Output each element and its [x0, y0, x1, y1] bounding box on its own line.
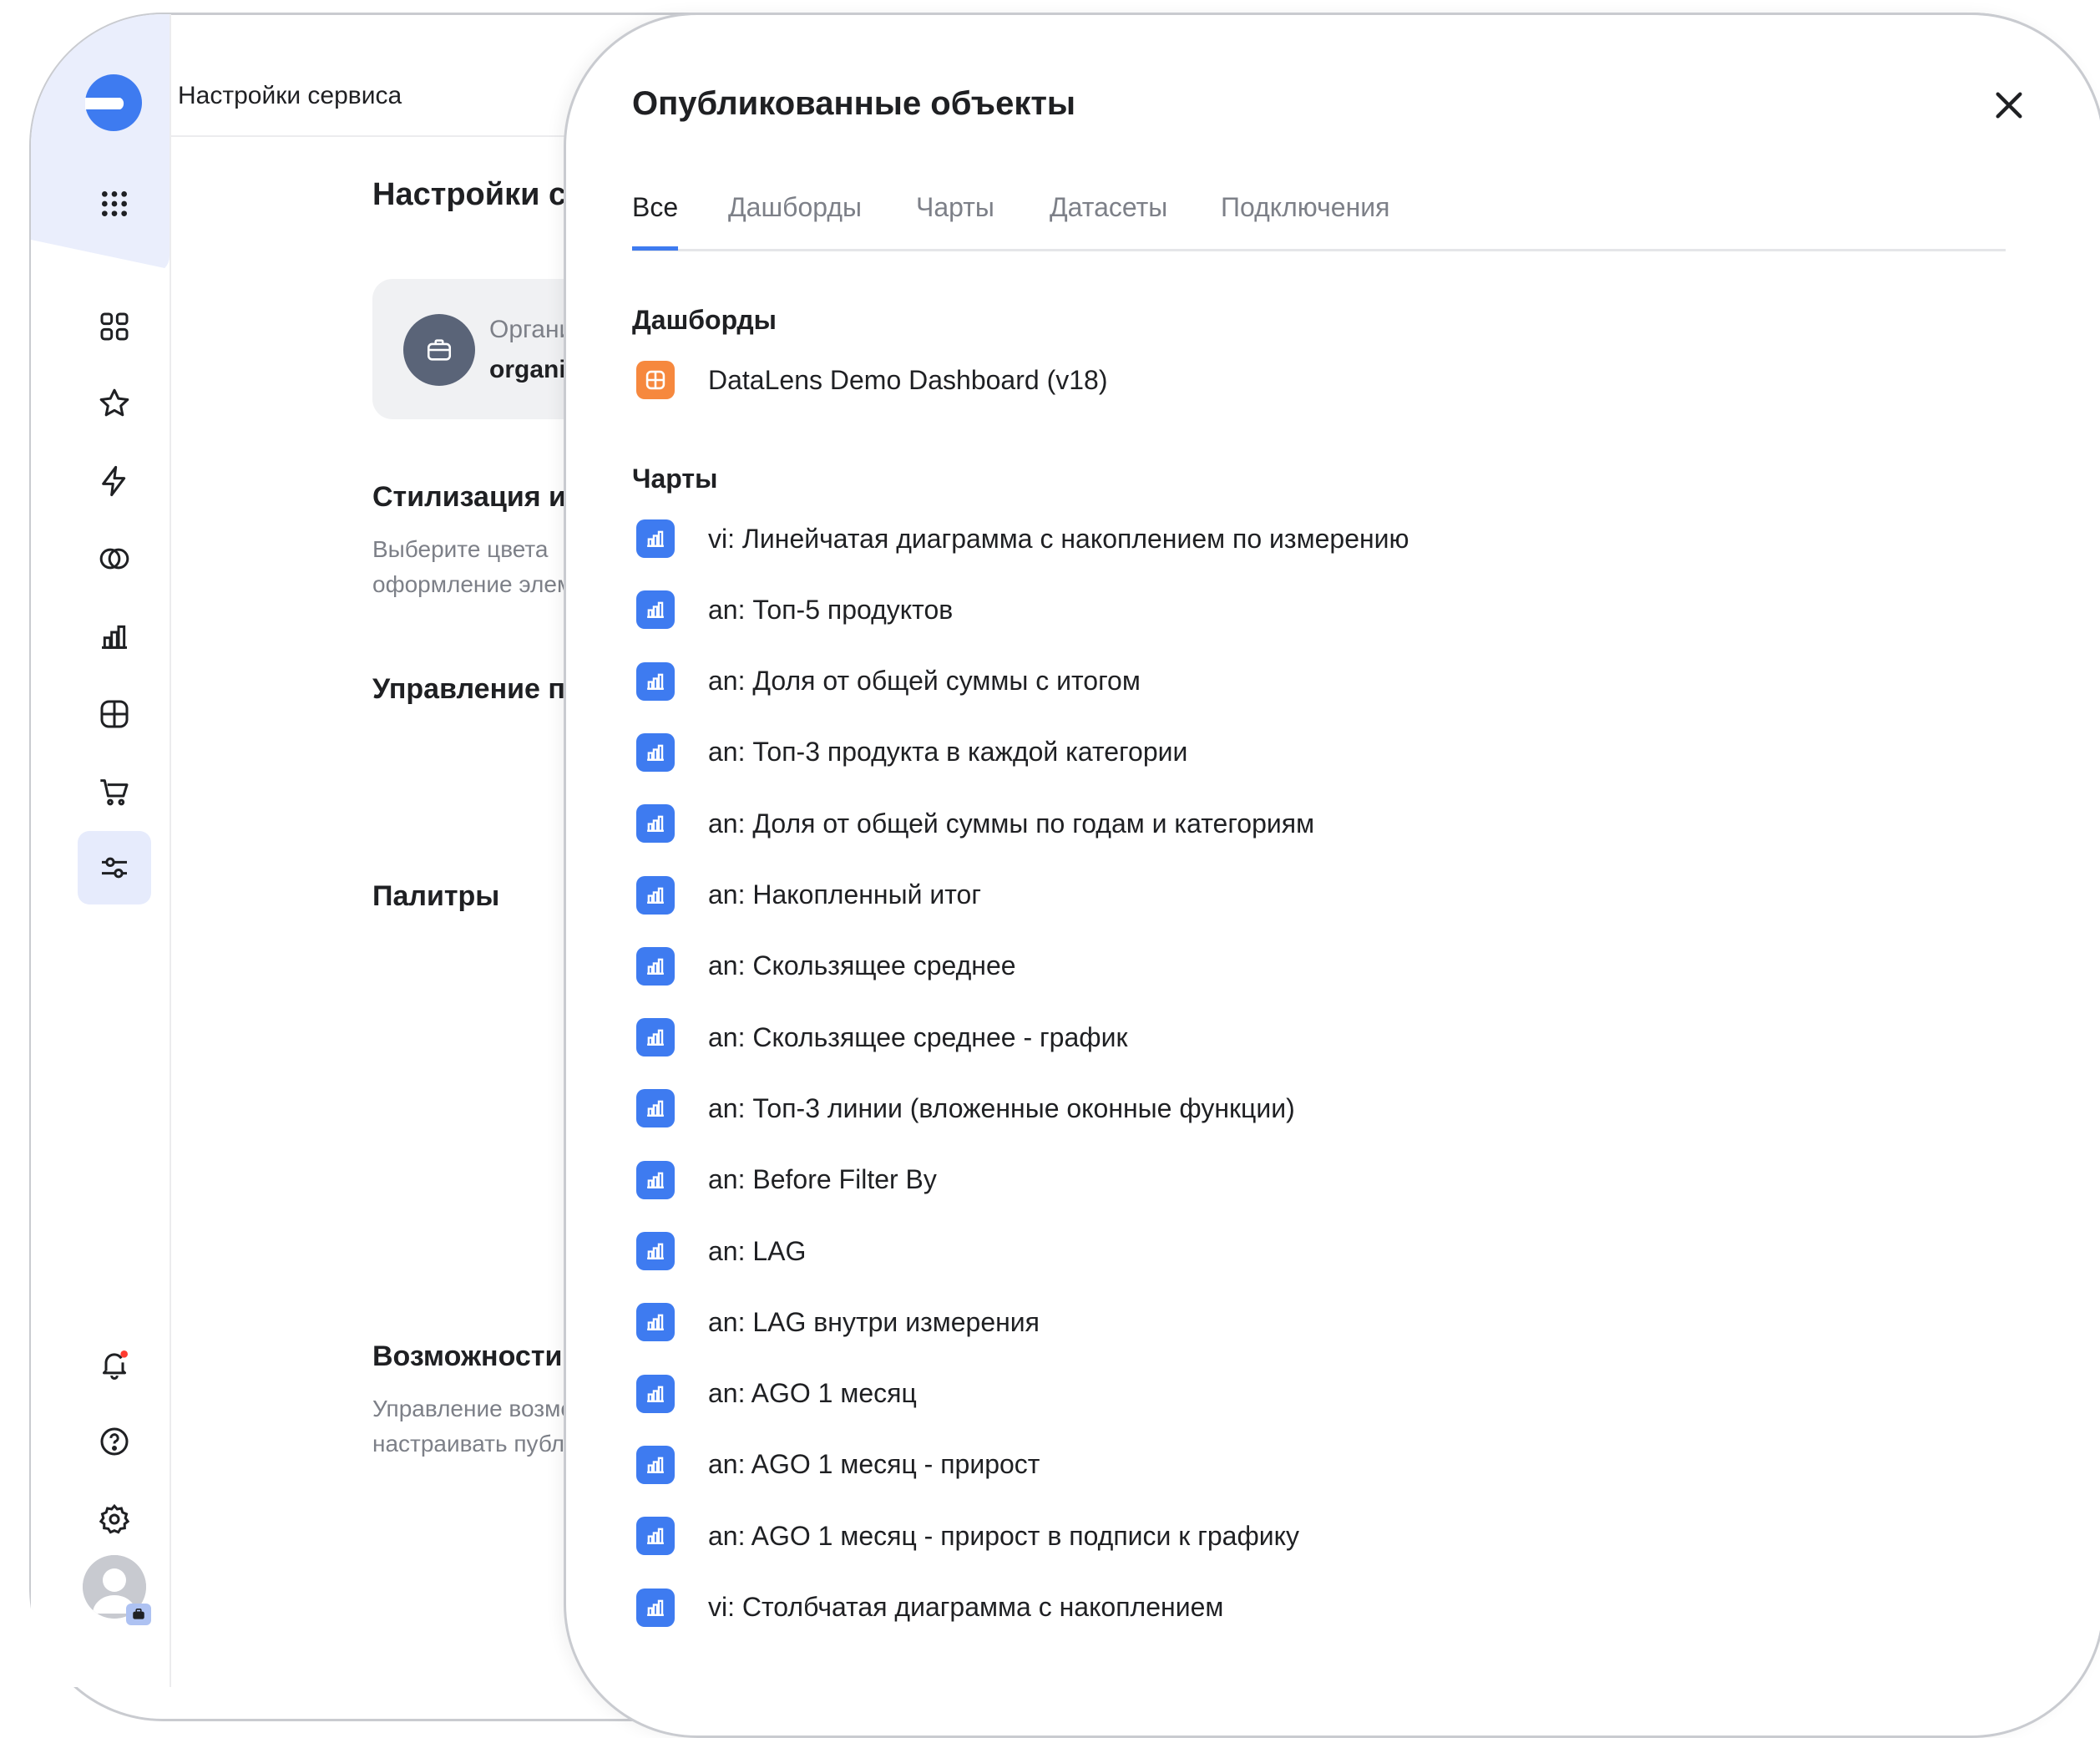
chart-icon — [636, 875, 675, 915]
chart-item[interactable]: an: LAG — [636, 1230, 806, 1272]
chart-item-label: an: Скользящее среднее — [708, 950, 1016, 981]
chart-item[interactable]: an: Топ-3 линии (вложенные оконные функц… — [636, 1087, 1295, 1129]
tab-charts[interactable]: Чарты — [916, 192, 994, 246]
chart-item-label: an: AGO 1 месяц - прирост в подписи к гр… — [708, 1520, 1300, 1551]
chart-item[interactable]: vi: Линейчатая диаграмма с накоплением п… — [636, 518, 1409, 560]
dashboard-item[interactable]: DataLens Demo Dashboard (v18) — [636, 359, 1107, 401]
chart-icon — [636, 804, 675, 844]
chart-item[interactable]: an: Скользящее среднее - график — [636, 1016, 1127, 1058]
tab-datasets[interactable]: Датасеты — [1050, 192, 1167, 246]
connections-lightning-icon[interactable] — [78, 444, 151, 518]
chart-item-label: an: Доля от общей суммы по годам и катег… — [708, 808, 1315, 839]
chart-icon — [636, 1089, 675, 1128]
chart-item[interactable]: an: AGO 1 месяц - прирост в подписи к гр… — [636, 1515, 1299, 1557]
section-title-palettes: Палитры — [372, 880, 500, 912]
favorites-star-icon[interactable] — [78, 367, 151, 440]
chart-icon — [636, 1160, 675, 1199]
section-title-features: Возможности — [372, 1340, 563, 1372]
collections-icon[interactable] — [78, 290, 151, 363]
help-icon[interactable] — [78, 1405, 151, 1478]
charts-icon[interactable] — [78, 600, 151, 673]
chart-item[interactable]: an: Топ-5 продуктов — [636, 589, 953, 631]
tabs-bar: Все Дашборды Чарты Датасеты Подключения — [632, 192, 2006, 251]
drawer-title: Опубликованные объекты — [632, 85, 1076, 122]
chart-item[interactable]: vi: Столбчатая диаграмма с накоплением — [636, 1587, 1223, 1629]
settings-sliders-icon[interactable] — [78, 831, 151, 904]
chart-item[interactable]: an: LAG внутри измерения — [636, 1301, 1040, 1343]
chart-item-label: vi: Столбчатая диаграмма с накоплением — [708, 1592, 1224, 1622]
chart-item[interactable]: an: Накопленный итог — [636, 874, 981, 916]
marketplace-cart-icon[interactable] — [78, 755, 151, 828]
chart-item-label: an: Топ-5 продуктов — [708, 594, 954, 625]
organization-avatar — [403, 314, 475, 386]
chart-item-label: an: Топ-3 продукта в каждой категории — [708, 737, 1188, 768]
dashboards-section-label: Дашборды — [632, 305, 777, 335]
dashboard-item-label: DataLens Demo Dashboard (v18) — [708, 364, 1108, 395]
apps-grid-icon[interactable] — [78, 167, 151, 241]
tab-dashboards[interactable]: Дашборды — [728, 192, 862, 246]
chart-icon — [636, 519, 675, 558]
chart-item[interactable]: an: AGO 1 месяц - прирост — [636, 1444, 1040, 1486]
charts-section-label: Чарты — [632, 464, 718, 494]
chart-icon — [636, 1588, 675, 1627]
chart-item[interactable]: an: Доля от общей суммы по годам и катег… — [636, 803, 1314, 844]
chart-icon — [636, 1303, 675, 1342]
logo-icon[interactable] — [83, 73, 144, 133]
chart-item-label: an: Before Filter By — [708, 1164, 937, 1195]
chart-icon — [636, 732, 675, 772]
chart-item-label: an: LAG — [708, 1235, 807, 1266]
chart-item-label: vi: Линейчатая диаграмма с накоплением п… — [708, 523, 1409, 554]
chart-icon — [636, 946, 675, 986]
close-button[interactable] — [1987, 84, 2031, 127]
chart-icon — [636, 1374, 675, 1413]
chart-item-label: an: AGO 1 месяц — [708, 1378, 917, 1409]
chart-icon — [636, 1232, 675, 1270]
chart-item-label: an: Скользящее среднее - график — [708, 1021, 1128, 1052]
chart-icon — [636, 1445, 675, 1484]
left-nav — [31, 14, 171, 1687]
chart-icon — [636, 590, 675, 630]
chart-icon — [636, 661, 675, 701]
header-title: Настройки сервиса — [178, 82, 402, 109]
chart-item-label: an: Накопленный итог — [708, 879, 981, 910]
dashboards-icon[interactable] — [78, 677, 151, 751]
chart-item[interactable]: an: Скользящее среднее — [636, 945, 1016, 987]
datasets-rings-icon[interactable] — [78, 522, 151, 595]
tab-connections[interactable]: Подключения — [1221, 192, 1389, 246]
chart-item-label: an: Топ-3 линии (вложенные оконные функц… — [708, 1092, 1295, 1123]
gear-icon[interactable] — [78, 1482, 151, 1556]
chart-item[interactable]: an: Доля от общей суммы с итогом — [636, 661, 1141, 702]
chart-item[interactable]: an: Before Filter By — [636, 1159, 937, 1201]
close-icon — [1996, 92, 2022, 119]
chart-item-label: an: LAG внутри измерения — [708, 1306, 1040, 1337]
chart-item-label: an: Доля от общей суммы с итогом — [708, 666, 1141, 697]
dashboard-icon — [636, 361, 675, 399]
section-desc-styling-1: Выберите цвета — [372, 536, 549, 562]
chart-item[interactable]: an: Топ-3 продукта в каждой категории — [636, 732, 1187, 773]
chart-item[interactable]: an: AGO 1 месяц — [636, 1373, 917, 1415]
org-badge-icon — [126, 1604, 151, 1625]
chart-icon — [636, 1018, 675, 1057]
chart-item-label: an: AGO 1 месяц - прирост — [708, 1449, 1040, 1480]
tab-all[interactable]: Все — [632, 192, 679, 251]
notifications-bell-icon[interactable] — [78, 1327, 151, 1401]
chart-icon — [636, 1517, 675, 1556]
